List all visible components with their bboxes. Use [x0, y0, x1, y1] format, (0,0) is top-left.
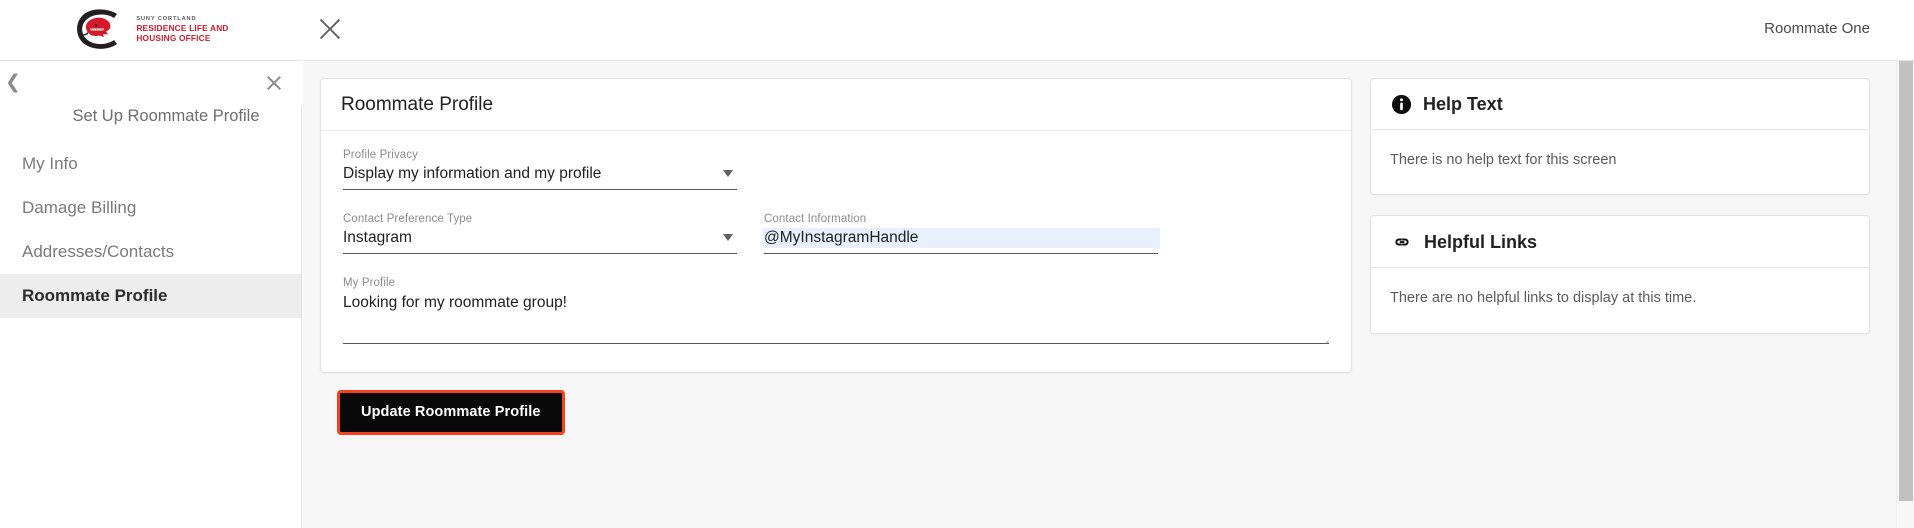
- helpful-links-body: There are no helpful links to display at…: [1371, 268, 1869, 332]
- sidebar-item-addresses-contacts[interactable]: Addresses/Contacts: [0, 230, 301, 274]
- sidebar-header: ❮: [0, 61, 302, 107]
- select-contact-preference-type[interactable]: Instagram: [343, 228, 737, 254]
- contact-information-input-wrap[interactable]: @MyInstagramHandle: [762, 228, 1160, 254]
- page-title: Roommate Profile: [341, 94, 494, 115]
- helpful-links-header: Helpful Links: [1371, 216, 1869, 269]
- sidebar-nav: My Info Damage Billing Addresses/Contact…: [0, 142, 301, 318]
- contact-information-input[interactable]: @MyInstagramHandle: [762, 228, 1160, 248]
- helpful-links-message: There are no helpful links to display at…: [1390, 290, 1697, 307]
- sidebar-item-damage-billing[interactable]: Damage Billing: [0, 186, 301, 230]
- help-text-message: There is no help text for this screen: [1390, 152, 1617, 168]
- field-my-profile: My Profile Looking for my roommate group…: [343, 276, 1329, 344]
- select-value: Display my information and my profile: [343, 165, 602, 182]
- resize-grip-icon[interactable]: [1318, 332, 1329, 343]
- main-column: Roommate Profile Profile Privacy Display…: [320, 78, 1352, 435]
- sidebar-item-roommate-profile[interactable]: Roommate Profile: [0, 274, 301, 318]
- scrollbar-thumb[interactable]: [1899, 61, 1913, 501]
- field-label: Profile Privacy: [343, 149, 418, 161]
- logo-bar: SUNY Cortland Residence Life and Housing…: [0, 0, 302, 61]
- card-header: Roommate Profile: [321, 79, 1351, 131]
- brand-line2: Housing Office: [136, 32, 211, 43]
- card-body: Profile Privacy Display my information a…: [321, 131, 1351, 372]
- right-column: Help Text There is no help text for this…: [1370, 78, 1870, 435]
- sidebar-item-label: Roommate Profile: [22, 286, 168, 305]
- update-roommate-profile-button[interactable]: Update Roommate Profile: [337, 390, 565, 435]
- helpful-links-card: Helpful Links There are no helpful links…: [1370, 215, 1870, 334]
- help-text-body: There is no help text for this screen: [1371, 130, 1869, 194]
- sidebar-item-label: My Info: [22, 154, 78, 173]
- field-row-contact: Contact Preference Type Instagram Contac…: [343, 212, 1329, 276]
- red-dragon-logo-icon: [77, 9, 118, 49]
- vertical-scrollbar[interactable]: [1896, 61, 1914, 528]
- close-icon[interactable]: [319, 18, 341, 40]
- content-inner: Roommate Profile Profile Privacy Display…: [303, 78, 1896, 435]
- help-text-header: Help Text: [1371, 79, 1869, 130]
- close-x-icon[interactable]: [266, 75, 282, 91]
- roommate-profile-card: Roommate Profile Profile Privacy Display…: [320, 78, 1352, 373]
- link-chain-icon: [1395, 238, 1409, 246]
- chevron-left-icon[interactable]: ❮: [5, 73, 21, 92]
- action-row: Update Roommate Profile: [320, 373, 1352, 435]
- brand-logo-text: SUNY Cortland Residence Life and Housing…: [136, 16, 229, 43]
- my-profile-textarea[interactable]: Looking for my roommate group!: [343, 292, 1329, 344]
- sidebar-item-label: Addresses/Contacts: [22, 242, 175, 261]
- help-text-title: Help Text: [1423, 94, 1503, 114]
- top-bar: Roommate One: [303, 0, 1914, 61]
- field-label: Contact Information: [764, 213, 867, 225]
- brand-line1: Residence Life and: [136, 22, 229, 33]
- chevron-down-icon: [723, 234, 733, 241]
- sidebar-item-my-info[interactable]: My Info: [0, 142, 301, 186]
- select-value: Instagram: [343, 229, 412, 246]
- app-root: SUNY Cortland Residence Life and Housing…: [0, 0, 1914, 528]
- info-circle-icon: [1391, 94, 1412, 115]
- left-column: SUNY Cortland Residence Life and Housing…: [0, 0, 302, 528]
- select-profile-privacy[interactable]: Display my information and my profile: [343, 164, 737, 190]
- brand-logo[interactable]: SUNY Cortland Residence Life and Housing…: [73, 8, 228, 52]
- my-profile-value: Looking for my roommate group!: [343, 294, 567, 311]
- field-label: Contact Preference Type: [343, 213, 473, 225]
- user-name-label: Roommate One: [1764, 20, 1870, 37]
- field-contact-preference-type: Contact Preference Type Instagram: [343, 212, 737, 254]
- content-area: Roommate Profile Profile Privacy Display…: [303, 61, 1896, 528]
- sidebar-title: Set Up Roommate Profile: [72, 107, 260, 125]
- field-profile-privacy: Profile Privacy Display my information a…: [343, 148, 737, 190]
- sidebar-item-label: Damage Billing: [22, 198, 137, 217]
- field-contact-information: Contact Information @MyInstagramHandle: [762, 212, 1160, 254]
- field-label: My Profile: [343, 277, 396, 289]
- helpful-links-title: Helpful Links: [1424, 231, 1538, 252]
- chevron-down-icon: [723, 170, 733, 177]
- help-text-card: Help Text There is no help text for this…: [1370, 78, 1870, 196]
